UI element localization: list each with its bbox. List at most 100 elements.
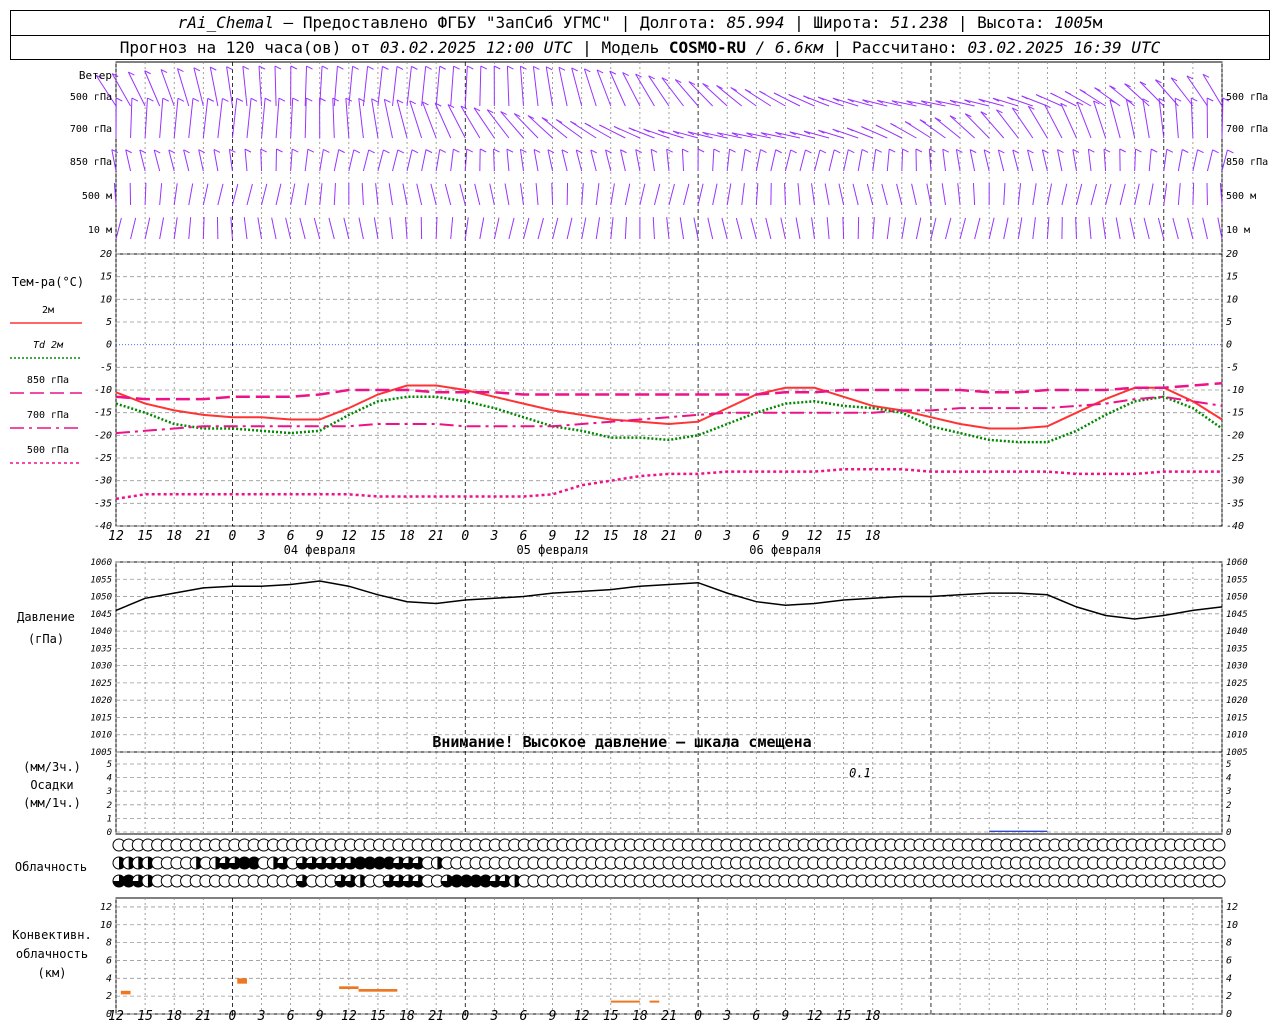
wind-barb-flag [396, 65, 404, 70]
wind-barb [406, 149, 413, 172]
precip-tick-right: 1 [1226, 814, 1231, 824]
wind-barb [551, 183, 554, 206]
wind-barb-flag [697, 148, 705, 153]
wind-barb [566, 217, 573, 240]
wind-barb [1026, 149, 1034, 172]
hour-label-bottom: 12 [574, 1009, 590, 1024]
wind-barb [319, 149, 324, 172]
wind-barb [1202, 74, 1223, 107]
wind-barb-flag [744, 88, 752, 93]
temp-tick-right: -10 [1226, 385, 1244, 396]
hour-label-top: 21 [428, 529, 444, 544]
wind-barb [261, 183, 268, 206]
wind-barb [1217, 217, 1223, 240]
wind-barb [1158, 98, 1165, 139]
hour-label-bottom: 6 [752, 1009, 760, 1024]
pressure-tick-left: 1010 [90, 731, 112, 741]
temp-legend-label: Td 2м [33, 340, 64, 351]
wind-barb [755, 149, 761, 172]
wind-barb [1087, 149, 1092, 172]
wind-barb [1105, 183, 1112, 206]
wind-barb [450, 217, 454, 240]
pressure-tick-left: 1045 [90, 610, 112, 620]
temp-line-2 [115, 381, 1223, 401]
wind-barb [650, 149, 655, 172]
hour-label-bottom: 21 [428, 1009, 444, 1024]
wind-barb [780, 217, 786, 240]
wind-barb [304, 183, 309, 206]
wind-barb [575, 149, 583, 172]
hour-label-bottom: 9 [549, 1009, 557, 1024]
temp-tick-left: -20 [94, 430, 112, 441]
hour-label-bottom: 6 [287, 1009, 295, 1024]
wind-barb [755, 183, 759, 206]
wind-barb [125, 149, 132, 172]
wind-barb [159, 98, 164, 139]
pressure-tick-right: 1025 [1226, 679, 1248, 689]
precip-tick-left: 4 [107, 774, 112, 784]
cloud-title: Облачность [15, 860, 87, 874]
wind-barb-flag [520, 148, 527, 153]
wind-barb-flag [192, 97, 200, 102]
pressure-tick-right: 1015 [1226, 713, 1248, 723]
wind-barb-flag [1191, 97, 1198, 102]
wind-barb [555, 119, 582, 139]
wind-barb [862, 99, 888, 107]
hour-label-top: 0 [229, 529, 237, 544]
wind-barb [504, 183, 510, 206]
precipitation-bars [989, 830, 1048, 832]
wind-barb [702, 83, 728, 107]
pressure-tick-right: 1005 [1226, 748, 1248, 758]
hour-label-top: 3 [489, 529, 498, 544]
conv-unit: (км) [38, 966, 67, 980]
wind-barb [702, 131, 728, 139]
wind-level-label-right: 10 м [1226, 225, 1250, 236]
pressure-tick-right: 1035 [1226, 644, 1248, 654]
wind-barb [111, 149, 117, 172]
wind-barb [1032, 183, 1037, 206]
wind-barb [955, 149, 961, 172]
wind-barb [847, 98, 873, 107]
hour-label-bottom: 0 [229, 1009, 237, 1024]
wind-barb [450, 66, 455, 107]
wind-barb [1072, 149, 1077, 172]
wind-barb-flag [650, 148, 658, 153]
wind-barb-flag [915, 148, 923, 153]
wind-barb-flag [332, 97, 340, 102]
wind-barb [784, 183, 786, 206]
hour-label-top: 12 [341, 529, 357, 544]
wind-barb-flag [411, 149, 419, 154]
wind-barb-flag [875, 124, 883, 129]
pressure-tick-left: 1060 [90, 558, 112, 568]
wind-barb-flag [888, 148, 896, 153]
wind-barb [635, 149, 641, 172]
temp-tick-left: -30 [94, 476, 112, 487]
temp-tick-left: 20 [100, 249, 112, 260]
wind-barb-flag [1119, 148, 1126, 153]
wind-level-label-right: 500 м [1226, 191, 1256, 202]
convective-bar [358, 989, 398, 992]
wind-barb [1017, 217, 1023, 240]
cloud-circle [1212, 874, 1226, 888]
temp-tick-left: -25 [94, 453, 112, 464]
wind-barb [901, 217, 906, 240]
day-label: 05 февраля [516, 543, 588, 557]
pressure-tick-left: 1025 [90, 679, 112, 689]
pressure-tick-right: 1020 [1226, 696, 1248, 706]
wind-barb [1093, 100, 1107, 139]
wind-barb-flag [242, 65, 250, 70]
wind-barb [506, 149, 510, 172]
hour-label-top: 15 [836, 529, 852, 544]
wind-barb [173, 98, 179, 139]
temp-legend-label: 2м [42, 305, 54, 316]
wind-barb [459, 183, 466, 206]
wind-barb [797, 183, 801, 206]
wind-barb [389, 217, 393, 240]
wind-barb [532, 66, 539, 107]
wind-barb-flag [147, 97, 154, 102]
wind-barb-flag [411, 65, 418, 70]
wind-barb [230, 217, 233, 240]
pressure-tick-right: 1055 [1226, 575, 1248, 585]
pressure-tick-left: 1030 [90, 662, 112, 672]
wind-barb [558, 67, 568, 107]
